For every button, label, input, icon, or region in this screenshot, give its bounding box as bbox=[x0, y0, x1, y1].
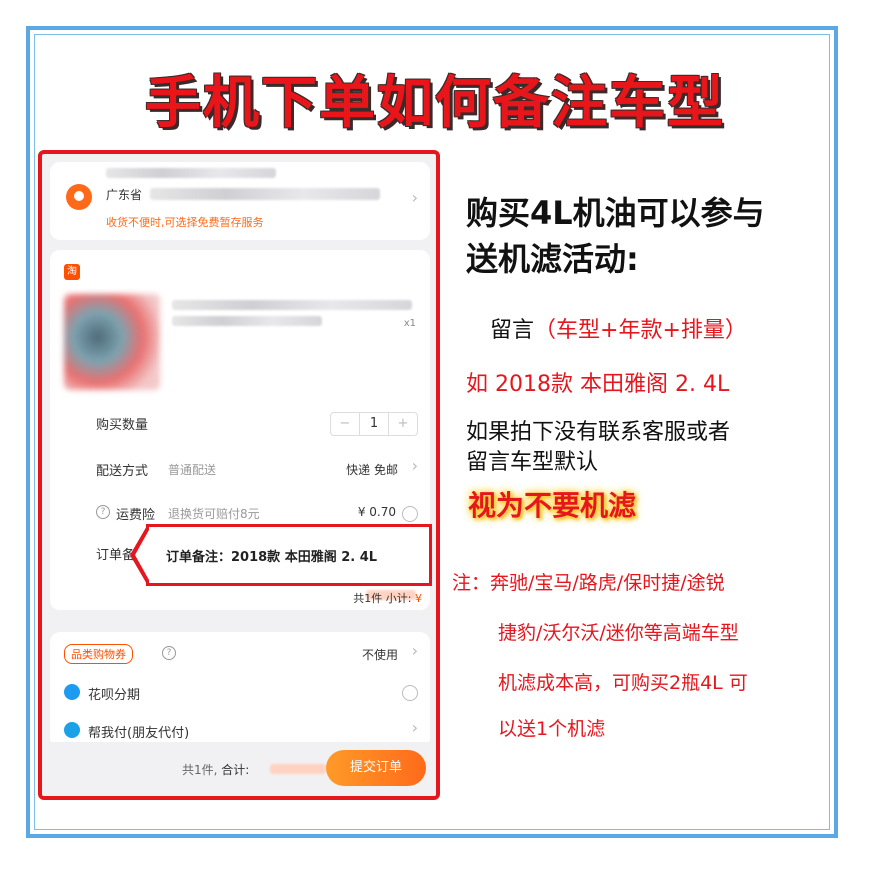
note-line-3: 机滤成本高，可购买2瓶4L 可 bbox=[498, 672, 748, 694]
page-title: 手机下单如何备注车型 bbox=[145, 71, 725, 136]
insurance-price: ¥ 0.70 bbox=[357, 505, 396, 519]
huabei-icon bbox=[64, 684, 80, 700]
help-icon[interactable]: ? bbox=[162, 646, 176, 660]
blurred-total bbox=[270, 764, 326, 774]
delivery-sub: 普通配送 bbox=[168, 463, 217, 477]
chevron-right-icon: › bbox=[411, 718, 418, 737]
address-card[interactable]: 广东省 收货不便时,可选择免费暂存服务 › bbox=[50, 162, 430, 240]
blurred-address bbox=[150, 188, 380, 200]
address-note: 收货不便时,可选择免费暂存服务 bbox=[106, 216, 264, 229]
headline-line-1: 购买4L机油可以参与 bbox=[466, 194, 765, 232]
coupon-value[interactable]: 不使用 bbox=[362, 646, 398, 663]
note-line-1: 注：奔驰/宝马/路虎/保时捷/途锐 bbox=[452, 572, 725, 594]
insurance-radio[interactable] bbox=[402, 506, 418, 522]
coupon-tag: 品类购物券 bbox=[64, 644, 133, 664]
bottom-total: 共1件, 合计: bbox=[182, 761, 249, 778]
blurred-product-title bbox=[172, 300, 412, 310]
minus-button[interactable]: − bbox=[331, 413, 360, 435]
address-province: 广东省 bbox=[106, 188, 143, 202]
product-qty: x1 bbox=[403, 318, 416, 329]
huabei-radio[interactable] bbox=[402, 685, 418, 701]
subtotal-count: 共1件 bbox=[353, 592, 383, 605]
blurred-recipient bbox=[106, 168, 276, 178]
message-instruction: 留言（车型+年款+排量） bbox=[490, 312, 747, 344]
chevron-right-icon: › bbox=[411, 641, 418, 660]
location-pin-icon bbox=[66, 184, 92, 210]
example-line: 如 2018款 本田雅阁 2. 4L bbox=[466, 372, 730, 397]
plus-button[interactable]: + bbox=[388, 413, 417, 435]
subtotal-label: 小计: bbox=[385, 592, 412, 605]
bottom-total-label: 合计: bbox=[221, 763, 250, 777]
huabei-label: 花呗分期 bbox=[88, 688, 141, 703]
submit-order-button[interactable]: 提交订单 bbox=[326, 750, 426, 786]
note-line-2: 捷豹/沃尔沃/迷你等高端车型 bbox=[498, 622, 739, 644]
product-image[interactable] bbox=[64, 294, 160, 390]
headline: 购买4L机油可以参与 送机滤活动: bbox=[466, 190, 765, 282]
friend-pay-label[interactable]: 帮我付(朋友代付) bbox=[88, 722, 189, 741]
bottom-bar: 共1件, 合计: 提交订单 bbox=[42, 742, 436, 796]
highlight-text: 视为不要机滤 bbox=[468, 489, 637, 522]
insurance-label: 运费险 bbox=[116, 508, 156, 523]
subtotal-currency: ¥ bbox=[415, 592, 422, 605]
quantity-stepper[interactable]: − 1 + bbox=[330, 412, 418, 436]
insurance-sub: 退换货可赔付8元 bbox=[168, 507, 260, 521]
message-format: （车型+年款+排量） bbox=[534, 318, 747, 343]
warning-line-2: 留言车型默认 bbox=[466, 450, 599, 475]
message-prefix: 留言 bbox=[490, 318, 535, 343]
bottom-count: 共1件, bbox=[182, 763, 218, 777]
headline-line-2: 送机滤活动: bbox=[466, 240, 639, 278]
delivery-value[interactable]: 快递 免邮 bbox=[346, 461, 398, 478]
quantity-label: 购买数量 bbox=[96, 418, 149, 433]
warning: 如果拍下没有联系客服或者 留言车型默认 bbox=[466, 418, 730, 478]
friend-pay-icon bbox=[64, 722, 80, 738]
warning-line-1: 如果拍下没有联系客服或者 bbox=[466, 420, 731, 445]
order-remark-text: 订单备注：2018款 本田雅阁 2. 4L bbox=[166, 550, 378, 565]
chevron-right-icon: › bbox=[411, 456, 418, 475]
quantity-value: 1 bbox=[369, 416, 379, 431]
subtotal: 共1件 小计: ¥ bbox=[353, 590, 422, 606]
phone-screenshot: 广东省 收货不便时,可选择免费暂存服务 › 淘 x1 购买数量 − 1 + 配送… bbox=[38, 150, 440, 800]
taobao-store-icon: 淘 bbox=[64, 264, 80, 280]
payment-card: 品类购物券 ? 不使用 › 花呗分期 帮我付(朋友代付) › bbox=[50, 632, 430, 748]
blurred-product-spec bbox=[172, 316, 322, 326]
note-line-4: 以送1个机滤 bbox=[498, 718, 606, 740]
callout-arrow-inner bbox=[135, 530, 149, 580]
chevron-right-icon: › bbox=[411, 188, 418, 207]
delivery-label: 配送方式 bbox=[96, 464, 149, 479]
help-icon[interactable]: ? bbox=[96, 505, 110, 519]
